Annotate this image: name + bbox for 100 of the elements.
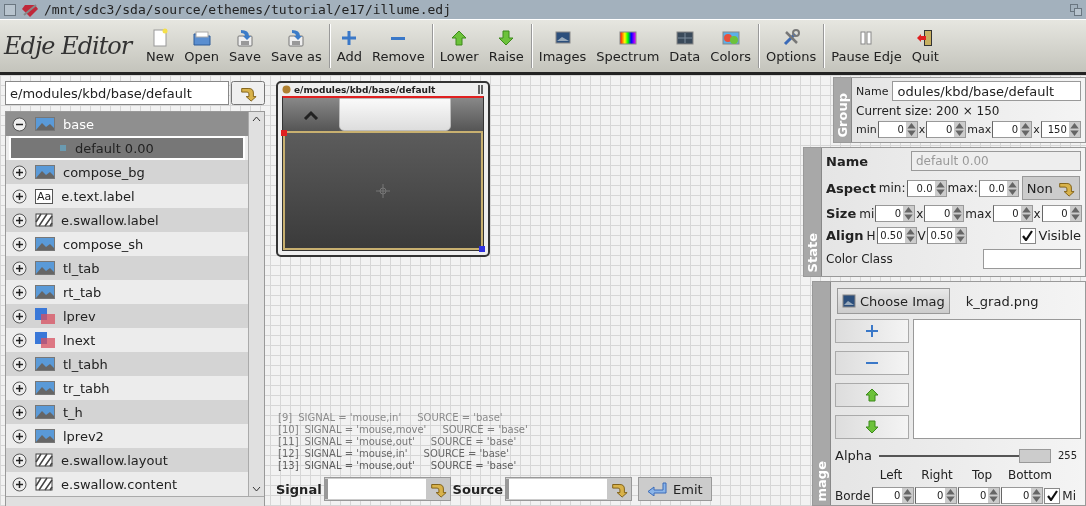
slider-thumb[interactable] — [1018, 448, 1051, 463]
spin-field[interactable]: 0 — [915, 487, 958, 504]
field-label: min: — [878, 181, 906, 195]
field-label: x — [918, 123, 926, 136]
expand-icon[interactable] — [12, 284, 27, 300]
spin-field[interactable]: 0 — [958, 487, 1001, 504]
log-source: SOURCE = 'base' — [417, 412, 503, 423]
toolbar-button[interactable]: Save as — [266, 24, 327, 68]
spin-field[interactable]: 0 — [1041, 205, 1082, 222]
spin-field[interactable]: 0 — [924, 205, 965, 222]
expand-icon[interactable] — [12, 332, 27, 348]
pin-icon[interactable] — [478, 85, 484, 94]
expand-icon[interactable] — [12, 428, 27, 444]
expand-icon[interactable] — [12, 212, 27, 228]
tree-item[interactable]: compose_bg — [6, 160, 248, 184]
spin-arrows-icon — [1068, 122, 1080, 137]
tree-item[interactable]: e.swallow.layout — [6, 448, 248, 472]
spin-field[interactable]: 0 — [992, 205, 1033, 222]
path-field[interactable]: e/modules/kbd/base/default — [5, 81, 229, 105]
field-label: V — [917, 228, 926, 243]
field-label: x — [1033, 123, 1040, 136]
resize-handle[interactable] — [479, 246, 485, 252]
toolbar-button[interactable]: Colors — [705, 24, 757, 68]
spin-field[interactable]: 0.0 — [906, 179, 947, 197]
input-field[interactable] — [983, 249, 1081, 269]
emit-button[interactable]: Emit — [638, 477, 712, 501]
spin-field[interactable]: 0 — [877, 121, 918, 138]
toolbar-button[interactable]: Images — [533, 24, 592, 68]
window-menu-icon[interactable] — [4, 3, 16, 16]
expand-icon[interactable] — [12, 476, 27, 492]
spin-arrows-icon — [905, 122, 917, 137]
image-tool-button[interactable] — [835, 319, 909, 343]
expand-icon[interactable] — [12, 380, 27, 396]
expand-icon[interactable] — [12, 164, 27, 180]
landscape-icon — [35, 236, 55, 252]
checkbox[interactable] — [1019, 227, 1036, 244]
combo-box[interactable] — [505, 477, 633, 501]
log-signal: SIGNAL = 'mouse,out' — [304, 436, 415, 447]
spin-field[interactable]: 0 — [992, 121, 1033, 138]
spin-field[interactable]: 0 — [926, 121, 967, 138]
overlapping-squares-icon — [35, 332, 55, 348]
toolbar-button[interactable]: Options — [761, 24, 822, 68]
input-field[interactable]: odules/kbd/base/default — [892, 81, 1081, 101]
expand-icon[interactable] — [12, 308, 27, 324]
spin-field[interactable]: 0 — [872, 487, 915, 504]
toolbar-button[interactable]: Quit — [906, 24, 944, 68]
toolbar-button[interactable]: Spectrum — [591, 24, 665, 68]
expand-icon[interactable] — [12, 236, 27, 252]
checkbox[interactable] — [1044, 487, 1061, 504]
toolbar-button[interactable]: Lower — [434, 24, 484, 68]
field-label: Name — [826, 153, 868, 169]
size-text: Current size: 200 × 150 — [856, 104, 1000, 118]
vertical-scrollbar[interactable] — [248, 112, 264, 496]
spin-field[interactable]: 0 — [875, 205, 916, 222]
expand-icon[interactable] — [12, 404, 27, 420]
spin-field[interactable]: 150 — [1040, 121, 1081, 138]
image-name: k_grad.png — [965, 293, 1039, 309]
slider-track[interactable] — [878, 448, 1051, 463]
tree-item[interactable]: e.swallow.label — [6, 208, 248, 232]
combo-box[interactable] — [323, 477, 451, 501]
toolbar-button[interactable]: Data — [664, 24, 706, 68]
dropdown-button[interactable] — [425, 478, 450, 500]
tree-item[interactable]: tl_tab — [6, 256, 248, 280]
spin-field[interactable]: 0 — [1001, 487, 1044, 504]
choose-image-button[interactable]: Choose Imag — [837, 288, 950, 314]
spin-arrows-icon — [952, 206, 964, 221]
dropdown-button[interactable] — [231, 81, 265, 105]
tree-item[interactable]: tl_tabh — [6, 352, 248, 376]
spin-field[interactable]: 0.50 — [876, 227, 917, 244]
tree-item[interactable]: default 0.00 — [9, 136, 245, 160]
expand-icon[interactable] — [12, 452, 27, 468]
tree-item[interactable]: lprev — [6, 304, 248, 328]
tree-item[interactable]: t_h — [6, 400, 248, 424]
toolbar-button[interactable]: Raise — [483, 24, 529, 68]
toolbar-button[interactable]: Pause Edje — [826, 24, 907, 68]
gem-icon — [22, 2, 38, 17]
log-index: [11] — [278, 436, 299, 447]
folder-icon — [191, 28, 212, 48]
app-icon — [282, 85, 291, 94]
toolbar-button[interactable]: Remove — [366, 24, 430, 68]
toolbar-button[interactable]: Open — [179, 24, 225, 68]
spin-arrows-icon — [1069, 206, 1081, 221]
expand-icon[interactable] — [12, 188, 27, 204]
field-label: H — [866, 228, 876, 243]
spin-arrows-icon — [1020, 122, 1032, 137]
expand-icon[interactable] — [12, 260, 27, 276]
field-label: max — [965, 206, 992, 221]
dropdown-button[interactable] — [607, 478, 632, 500]
toolbar-button[interactable]: Save — [224, 24, 266, 68]
maximize-icon[interactable] — [1070, 3, 1082, 16]
resize-handle[interactable] — [281, 130, 287, 136]
minus-icon — [866, 362, 878, 364]
spin-field[interactable]: 0.0 — [978, 179, 1019, 197]
toolbar-button[interactable]: New — [141, 24, 180, 68]
field-label: Borde — [835, 488, 871, 503]
dropdown-button[interactable]: Non — [1021, 176, 1080, 200]
expand-icon[interactable] — [12, 356, 27, 372]
collapse-icon[interactable] — [12, 116, 27, 132]
spin-field[interactable]: 0.50 — [926, 227, 967, 244]
toolbar-button[interactable]: Add — [331, 24, 367, 68]
